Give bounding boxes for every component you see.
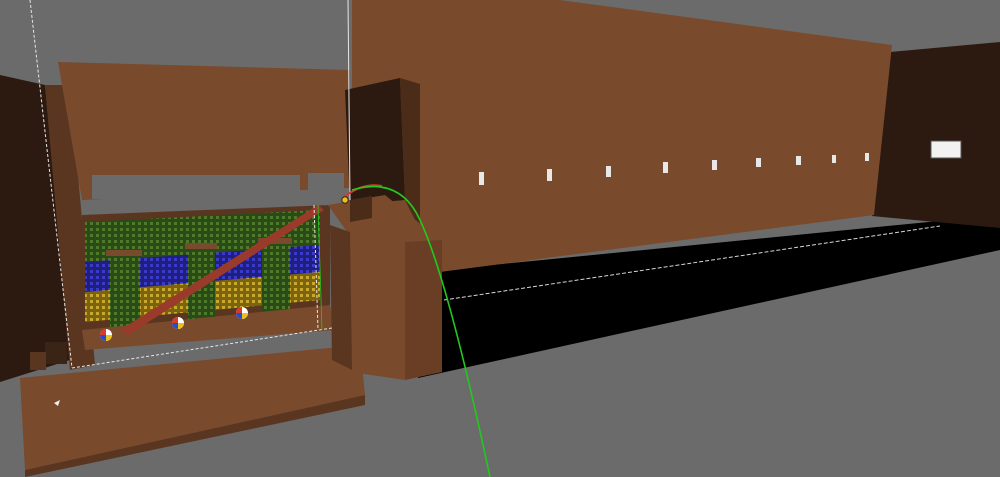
beach-ball-icon[interactable] (236, 307, 248, 319)
green-pillar-1 (110, 246, 140, 333)
header-window-2 (308, 173, 344, 195)
green-pillar-3 (262, 236, 290, 316)
central-block-inner (330, 225, 352, 370)
far-right-wall (872, 42, 1000, 228)
small-crate-1 (45, 342, 67, 364)
beach-ball-icon[interactable] (100, 329, 112, 341)
small-crate-2 (30, 352, 46, 370)
header-window-1 (92, 175, 300, 199)
beach-ball-icon[interactable] (172, 317, 184, 329)
top-small-box (350, 196, 372, 222)
pillar-cap-2 (185, 243, 217, 249)
3d-viewport[interactable] (0, 0, 1000, 477)
far-right-window (930, 140, 962, 159)
gizmo-handle-icon[interactable] (341, 196, 349, 204)
pillar-cap-1 (106, 250, 142, 256)
